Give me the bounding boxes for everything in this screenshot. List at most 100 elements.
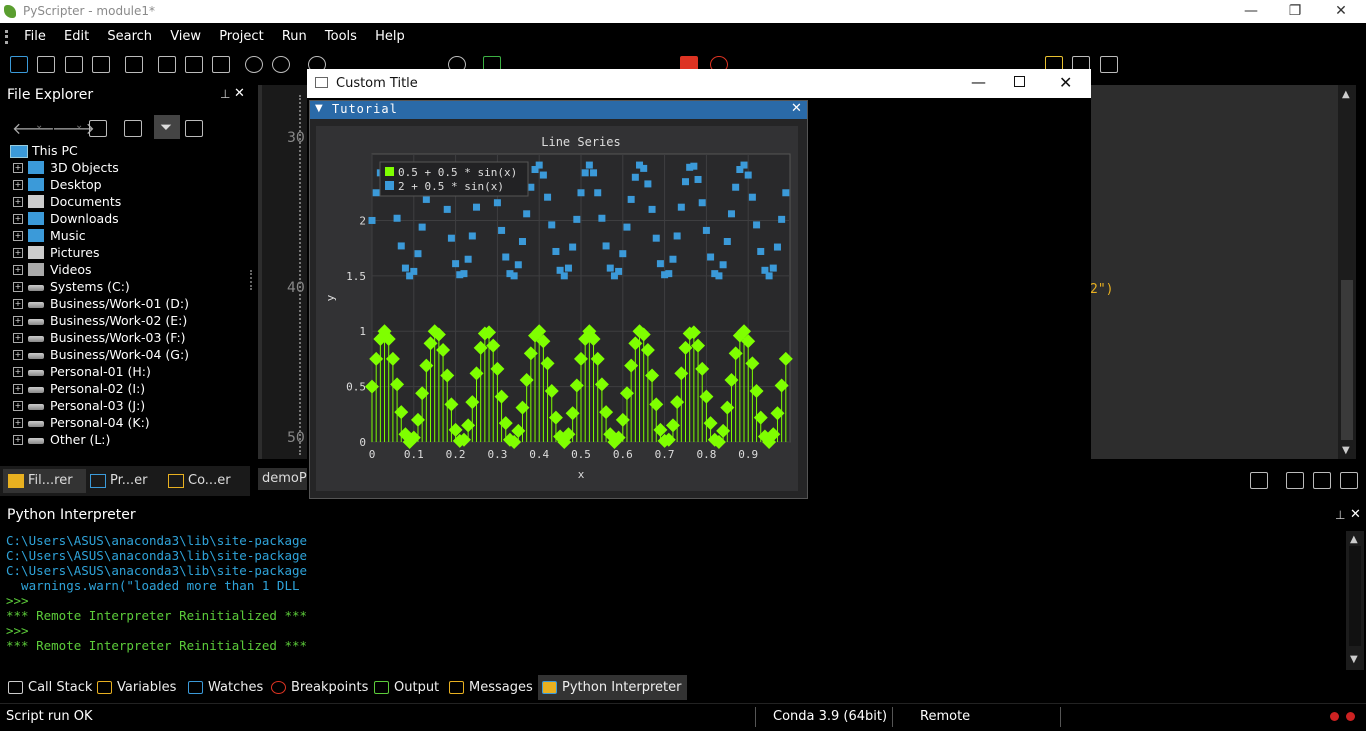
pin-icon[interactable]: ⊥ (220, 87, 230, 101)
tab-watches[interactable]: Watches (188, 677, 263, 699)
expand-icon[interactable]: + (13, 214, 23, 224)
view-options-icon[interactable] (124, 120, 142, 137)
expand-icon[interactable]: + (13, 401, 23, 411)
tab-file-explorer[interactable]: Fil...rer (3, 469, 86, 493)
expand-icon[interactable]: + (13, 282, 23, 292)
tab-project-explorer[interactable]: Pr...er (90, 469, 148, 493)
tree-item[interactable]: + Personal-04 (K:) (0, 414, 250, 431)
tab-code-explorer[interactable]: Co...er (168, 469, 231, 493)
expand-icon[interactable]: + (13, 418, 23, 428)
editor-tab-menu-icon[interactable] (1250, 472, 1268, 489)
editor-new-tab-icon[interactable] (1340, 472, 1358, 489)
menu-search[interactable]: Search (100, 26, 159, 47)
status-environment[interactable]: Conda 3.9 (64bit) (773, 709, 887, 724)
tab-messages[interactable]: Messages (449, 677, 533, 699)
window-layout-icon[interactable] (1100, 56, 1118, 73)
menu-view[interactable]: View (163, 26, 208, 47)
new-folder-icon[interactable] (185, 120, 203, 137)
close-icon[interactable]: ✕ (791, 101, 802, 116)
expand-icon[interactable]: + (13, 350, 23, 360)
tree-item[interactable]: + Business/Work-01 (D:) (0, 295, 250, 312)
tree-item[interactable]: + Business/Work-04 (G:) (0, 346, 250, 363)
minimize-icon[interactable]: — (971, 73, 986, 91)
save-icon[interactable] (65, 56, 83, 73)
plot-area[interactable]: Line Series x y 0 0.1 0.2 0.3 0.4 0.5 0.6 0.7 0.8 0.… (316, 126, 798, 491)
expand-icon[interactable]: + (13, 299, 23, 309)
cut-icon[interactable] (158, 56, 176, 73)
editor-prev-icon[interactable] (1286, 472, 1304, 489)
scroll-down-icon[interactable]: ▼ (1350, 654, 1358, 665)
tree-item[interactable]: +3D Objects (0, 159, 250, 176)
panel-close-icon[interactable]: ✕ (234, 86, 245, 101)
chevron-down-icon[interactable]: ⌄ (35, 120, 43, 131)
tree-item[interactable]: + Personal-01 (H:) (0, 363, 250, 380)
tree-item[interactable]: + Documents (0, 193, 250, 210)
minimize-icon[interactable]: — (1228, 0, 1274, 23)
tree-item[interactable]: + Pictures (0, 244, 250, 261)
tree-item[interactable]: + Music (0, 227, 250, 244)
menu-run[interactable]: Run (275, 26, 314, 47)
tree-item[interactable]: + Business/Work-02 (E:) (0, 312, 250, 329)
undo-icon[interactable] (245, 56, 263, 73)
copy-icon[interactable] (185, 56, 203, 73)
tab-breakpoints[interactable]: Breakpoints (271, 677, 368, 699)
menu-help[interactable]: Help (368, 26, 412, 47)
expand-icon[interactable]: + (13, 435, 23, 445)
back-icon[interactable]: 🡐 (12, 118, 55, 138)
menu-project[interactable]: Project (212, 26, 270, 47)
print-icon[interactable] (125, 56, 143, 73)
tree-item[interactable]: + Other (L:) (0, 431, 250, 448)
expand-icon[interactable]: + (13, 248, 23, 258)
tab-python-interpreter[interactable]: Python Interpreter (538, 675, 688, 700)
editor-next-icon[interactable] (1313, 472, 1331, 489)
tutorial-titlebar[interactable]: ▼ Tutorial ✕ (310, 101, 807, 119)
tree-item[interactable]: + Personal-02 (I:) (0, 380, 250, 397)
menu-edit[interactable]: Edit (57, 26, 96, 47)
redo-icon[interactable] (272, 56, 290, 73)
scrollbar-track[interactable] (1349, 546, 1361, 646)
close-icon[interactable]: ✕ (1318, 0, 1364, 23)
expand-icon[interactable]: + (13, 367, 23, 377)
expand-icon[interactable]: + (13, 197, 23, 207)
tree-item[interactable]: + Business/Work-03 (F:) (0, 329, 250, 346)
filter-button[interactable]: ⏷ (154, 115, 180, 139)
expand-icon[interactable]: + (13, 316, 23, 326)
menu-file[interactable]: File (17, 26, 53, 47)
editor-scrollbar[interactable]: ▲ ▼ (1338, 85, 1356, 459)
scroll-up-icon[interactable]: ▲ (1350, 534, 1358, 545)
folder-up-icon[interactable] (89, 120, 107, 137)
tab-variables[interactable]: Variables (97, 677, 176, 699)
editor-tab[interactable]: demoPr (258, 468, 312, 490)
paste-icon[interactable] (212, 56, 230, 73)
expand-icon[interactable]: + (13, 163, 23, 173)
line-series-plot[interactable]: Line Series x y 0 0.1 0.2 0.3 0.4 0.5 0.6 0.7 0.8 0.… (316, 126, 798, 491)
collapse-arrow-icon[interactable]: ▼ (315, 103, 323, 114)
expand-icon[interactable]: + (13, 265, 23, 275)
expand-icon[interactable]: + (13, 333, 23, 343)
open-file-icon[interactable] (37, 56, 55, 73)
maximize-icon[interactable] (1014, 76, 1025, 87)
new-file-icon[interactable] (10, 56, 28, 73)
pin-icon[interactable]: ⊥ (1335, 508, 1345, 522)
tab-output[interactable]: Output (374, 677, 439, 699)
console-scrollbar[interactable]: ▲ ▼ (1346, 531, 1364, 670)
tree-item[interactable]: + Personal-03 (J:) (0, 397, 250, 414)
menu-tools[interactable]: Tools (318, 26, 364, 47)
scroll-up-icon[interactable]: ▲ (1342, 89, 1350, 100)
tab-call-stack[interactable]: Call Stack (8, 677, 92, 699)
status-mode[interactable]: Remote (920, 709, 970, 724)
close-icon[interactable]: ✕ (1059, 73, 1072, 92)
expand-icon[interactable]: + (13, 180, 23, 190)
tree-item[interactable]: + Desktop (0, 176, 250, 193)
chevron-down-icon[interactable]: ⌄ (75, 120, 83, 131)
scrollbar-thumb[interactable] (1341, 280, 1353, 440)
splitter-grip[interactable] (250, 270, 258, 290)
tree-item[interactable]: + Systems (C:) (0, 278, 250, 295)
expand-icon[interactable]: + (13, 384, 23, 394)
tree-item[interactable]: + Downloads (0, 210, 250, 227)
save-all-icon[interactable] (92, 56, 110, 73)
tree-item-this-pc[interactable]: This PC (0, 142, 250, 159)
scroll-down-icon[interactable]: ▼ (1342, 445, 1350, 456)
expand-icon[interactable]: + (13, 231, 23, 241)
restore-icon[interactable]: ❐ (1272, 0, 1318, 23)
